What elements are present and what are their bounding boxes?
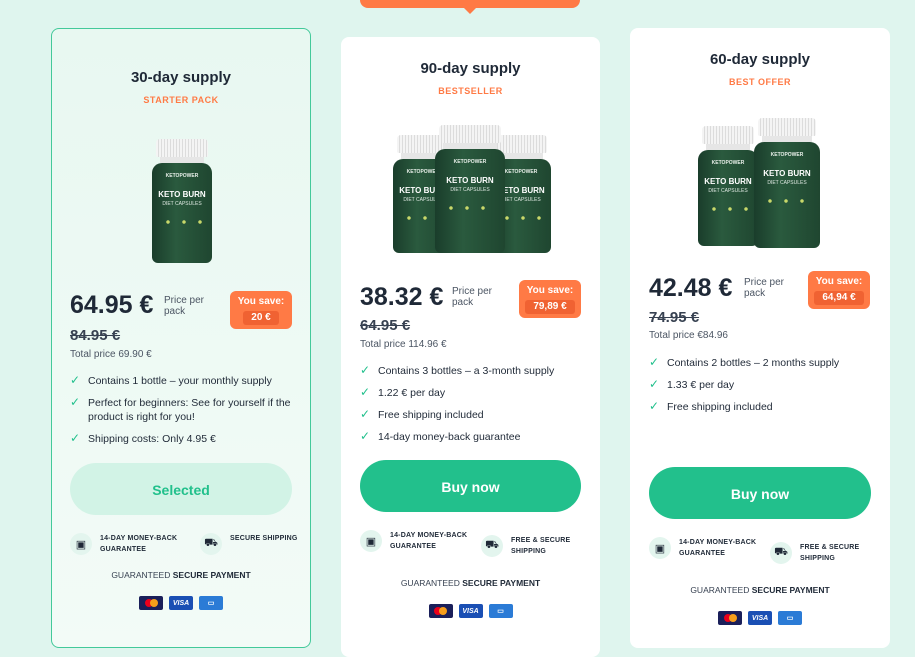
plan-tag: BESTSELLER — [438, 86, 503, 96]
plan-card-90-day[interactable]: 90-day supply BESTSELLER KETOPOWER KETO B… — [341, 37, 600, 657]
visa-icon: VISA — [169, 596, 193, 610]
list-item: ✓ Contains 3 bottles – a 3-month supply — [360, 363, 555, 377]
selected-button[interactable]: Selected — [70, 463, 292, 515]
total-price: Total price 114.96 € — [360, 339, 447, 350]
you-save-badge: You save: 64,94 € — [808, 271, 870, 309]
check-icon: ✓ — [649, 399, 660, 413]
list-item: ✓ 1.22 € per day — [360, 385, 446, 399]
mastercard-icon — [428, 604, 453, 618]
money-back-guarantee: ▣ 14-DAY MONEY-BACK GUARANTEE — [649, 537, 759, 559]
feature-list: ✓ Contains 1 bottle – your monthly supply… — [70, 374, 298, 454]
visa-icon: VISA — [748, 611, 772, 625]
visa-icon: VISA — [458, 604, 483, 618]
payment-methods: VISA ▭ — [341, 604, 600, 618]
plan-tag: BEST OFFER — [728, 77, 791, 87]
check-icon: ✓ — [360, 363, 371, 377]
list-item: ✓ 1.33 € per day — [649, 377, 735, 391]
plan-tag: STARTER PACK — [143, 95, 219, 105]
secure-payment-text: GUARANTEED SECURE PAYMENT — [690, 585, 830, 595]
secure-payment-text: GUARANTEED SECURE PAYMENT — [400, 578, 541, 588]
check-icon: ✓ — [649, 377, 660, 391]
plan-price: 38.32 € — [360, 283, 444, 311]
list-item: ✓ Contains 1 bottle – your monthly supply — [70, 373, 272, 387]
list-item: ✓ Perfect for beginners: See for yourself… — [70, 395, 291, 423]
money-back-guarantee: ▣ 14-DAY MONEY-BACK GUARANTEE — [70, 533, 180, 555]
mastercard-icon — [718, 611, 742, 625]
old-price: 64.95 € — [360, 317, 411, 334]
list-item: ✓ Contains 2 bottles – 2 months supply — [649, 355, 840, 369]
check-icon: ✓ — [360, 407, 371, 421]
plan-card-60-day[interactable]: 60-day supply BEST OFFER KETOPOWER KETO B… — [630, 28, 890, 648]
truck-icon: ⛟ — [481, 535, 503, 557]
mastercard-icon — [139, 596, 163, 610]
check-icon: ✓ — [360, 385, 371, 399]
you-save-badge: You save: 20 € — [230, 291, 292, 329]
plan-title: 30-day supply — [130, 69, 232, 86]
price-per-pack-label: Price per pack — [164, 295, 205, 317]
list-item: ✓ Free shipping included — [649, 399, 773, 413]
list-item: ✓ 14-day money-back guarantee — [360, 429, 521, 443]
plan-card-30-day[interactable]: 30-day supply STARTER PACK KETOPOWER KET… — [51, 28, 311, 648]
secure-shipping: ⛟ FREE & SECURE SHIPPING — [770, 542, 880, 564]
buy-now-button[interactable]: Buy now — [649, 467, 871, 519]
total-price: Total price €84.96 — [649, 330, 728, 341]
truck-icon: ⛟ — [770, 542, 792, 564]
amex-icon: ▭ — [778, 611, 802, 625]
old-price: 84.95 € — [70, 327, 121, 344]
secure-shipping: ⛟ FREE & SECURE SHIPPING — [481, 535, 591, 557]
payment-methods: VISA ▭ — [630, 611, 890, 625]
check-icon: ✓ — [70, 373, 81, 387]
check-icon: ✓ — [70, 395, 81, 409]
plan-title: 90-day supply — [420, 60, 521, 77]
amex-icon: ▭ — [488, 604, 513, 618]
amex-icon: ▭ — [199, 596, 223, 610]
secure-shipping: ⛟ SECURE SHIPPING — [200, 533, 300, 555]
wallet-icon: ▣ — [360, 530, 382, 552]
total-price: Total price 69.90 € — [70, 349, 152, 360]
wallet-icon: ▣ — [649, 537, 671, 559]
price-per-pack-label: Price per pack — [452, 286, 493, 308]
feature-list: ✓ Contains 2 bottles – 2 months supply ✓ 1… — [649, 356, 877, 422]
price-per-pack-label: Price per pack — [744, 277, 785, 299]
bestseller-tab — [360, 0, 580, 14]
buy-now-button[interactable]: Buy now — [360, 460, 581, 512]
payment-methods: VISA ▭ — [52, 596, 310, 610]
money-back-guarantee: ▣ 14-DAY MONEY-BACK GUARANTEE — [360, 530, 470, 552]
you-save-badge: You save: 79,89 € — [519, 280, 581, 318]
check-icon: ✓ — [360, 429, 371, 443]
plan-price: 64.95 € — [70, 291, 154, 319]
list-item: ✓ Free shipping included — [360, 407, 484, 421]
list-item: ✓ Shipping costs: Only 4.95 € — [70, 431, 216, 445]
plan-price: 42.48 € — [649, 274, 733, 302]
check-icon: ✓ — [649, 355, 660, 369]
feature-list: ✓ Contains 3 bottles – a 3-month supply ✓… — [360, 364, 588, 452]
check-icon: ✓ — [70, 431, 81, 445]
old-price: 74.95 € — [649, 309, 700, 326]
wallet-icon: ▣ — [70, 533, 92, 555]
plan-title: 60-day supply — [709, 51, 811, 68]
secure-payment-text: GUARANTEED SECURE PAYMENT — [111, 570, 251, 580]
truck-icon: ⛟ — [200, 533, 222, 555]
